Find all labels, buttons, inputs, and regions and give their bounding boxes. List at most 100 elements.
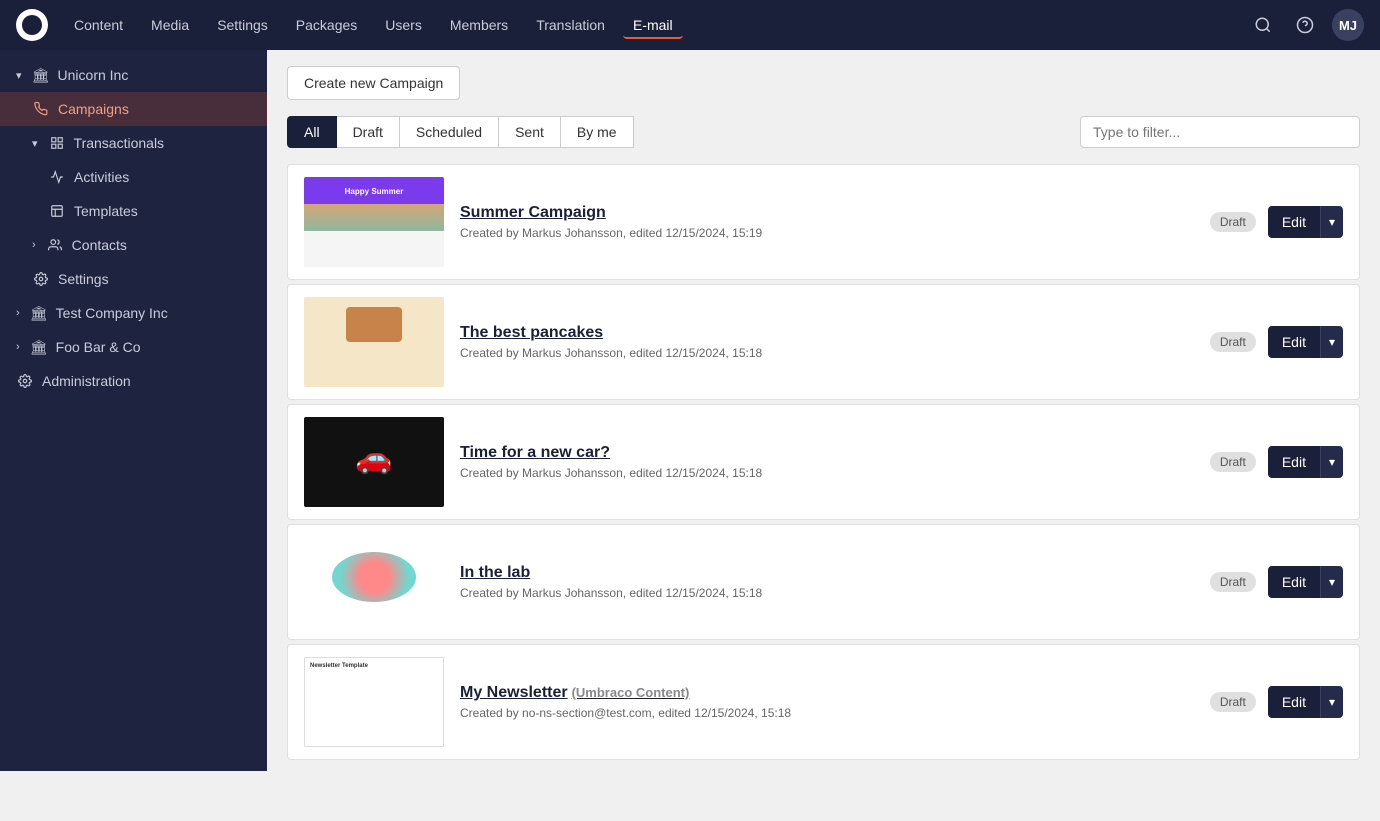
campaign-info: In the lab Created by Markus Johansson, … [460,564,1194,600]
logo[interactable] [16,9,48,41]
filter-draft[interactable]: Draft [336,116,400,148]
sidebar-item-templates[interactable]: Templates [0,194,267,228]
sidebar-transactionals-label: Transactionals [74,135,165,151]
filter-bar: All Draft Scheduled Sent By me [287,116,1360,148]
edit-dropdown-button[interactable]: ▾ [1320,326,1343,358]
campaign-card: My Newsletter(Umbraco Content) Created b… [287,644,1360,760]
filter-sent[interactable]: Sent [498,116,561,148]
sidebar-item-test-company[interactable]: › 🏛 Test Company Inc [0,296,267,330]
campaign-actions: Draft Edit ▾ [1210,326,1343,358]
edit-button[interactable]: Edit [1268,446,1320,478]
templates-icon [48,202,66,220]
building2-icon: 🏛 [30,304,48,322]
status-badge: Draft [1210,452,1256,472]
edit-btn-group: Edit ▾ [1268,566,1343,598]
create-campaign-button[interactable]: Create new Campaign [287,66,460,100]
nav-packages[interactable]: Packages [286,11,367,39]
campaign-info: My Newsletter(Umbraco Content) Created b… [460,684,1194,720]
sidebar-item-contacts[interactable]: › Contacts [0,228,267,262]
help-icon[interactable] [1290,10,1320,40]
campaign-subtitle: Created by no-ns-section@test.com, edite… [460,706,1194,720]
chevron-right-icon-2: › [16,307,20,319]
campaign-actions: Draft Edit ▾ [1210,206,1343,238]
edit-dropdown-button[interactable]: ▾ [1320,566,1343,598]
sidebar-item-activities[interactable]: Activities [0,160,267,194]
chevron-down-icon-2: ▾ [32,137,38,150]
nav-settings[interactable]: Settings [207,11,278,39]
edit-btn-group: Edit ▾ [1268,206,1343,238]
sidebar-item-campaigns[interactable]: Campaigns [0,92,267,126]
sidebar-item-foo-bar[interactable]: › 🏛 Foo Bar & Co [0,330,267,364]
sidebar-item-transactionals[interactable]: ▾ Transactionals [0,126,267,160]
status-badge: Draft [1210,572,1256,592]
campaign-subtitle: Created by Markus Johansson, edited 12/1… [460,226,1194,240]
contacts-icon [46,236,64,254]
chevron-right-icon-3: › [16,341,20,353]
campaign-title[interactable]: Time for a new car? [460,444,1194,462]
campaign-actions: Draft Edit ▾ [1210,566,1343,598]
edit-button[interactable]: Edit [1268,206,1320,238]
main-content: Create new Campaign All Draft Scheduled … [267,50,1380,771]
sidebar-templates-label: Templates [74,203,138,219]
nav-users[interactable]: Users [375,11,432,39]
edit-btn-group: Edit ▾ [1268,446,1343,478]
edit-dropdown-button[interactable]: ▾ [1320,446,1343,478]
filter-by-me[interactable]: By me [560,116,634,148]
filter-scheduled[interactable]: Scheduled [399,116,499,148]
campaign-list: Summer Campaign Created by Markus Johans… [287,164,1360,764]
campaign-card: In the lab Created by Markus Johansson, … [287,524,1360,640]
campaign-info: Summer Campaign Created by Markus Johans… [460,204,1194,240]
chevron-right-icon: › [32,239,36,251]
campaign-title[interactable]: My Newsletter(Umbraco Content) [460,684,1194,702]
campaign-thumbnail [304,537,444,627]
campaign-card: Summer Campaign Created by Markus Johans… [287,164,1360,280]
status-badge: Draft [1210,692,1256,712]
sidebar-campaigns-label: Campaigns [58,101,129,117]
edit-dropdown-button[interactable]: ▾ [1320,686,1343,718]
activities-icon [48,168,66,186]
campaign-card: Time for a new car? Created by Markus Jo… [287,404,1360,520]
chevron-down-icon: ▾ [16,69,22,82]
user-avatar[interactable]: MJ [1332,9,1364,41]
top-navigation: Content Media Settings Packages Users Me… [0,0,1380,50]
filter-all[interactable]: All [287,116,337,148]
edit-btn-group: Edit ▾ [1268,326,1343,358]
edit-button[interactable]: Edit [1268,326,1320,358]
search-icon[interactable] [1248,10,1278,40]
sidebar-item-administration[interactable]: Administration [0,364,267,398]
sidebar-activities-label: Activities [74,169,129,185]
sidebar-contacts-label: Contacts [72,237,127,253]
campaign-subtitle: Created by Markus Johansson, edited 12/1… [460,346,1194,360]
transactionals-icon [48,134,66,152]
sidebar-foo-bar-label: Foo Bar & Co [56,339,141,355]
status-badge: Draft [1210,332,1256,352]
sidebar: ▾ 🏛 Unicorn Inc Campaigns ▾ Transactiona… [0,50,267,771]
campaign-thumbnail [304,297,444,387]
sidebar-administration-label: Administration [42,373,131,389]
campaign-title[interactable]: The best pancakes [460,324,1194,342]
campaign-thumbnail [304,417,444,507]
app-body: ▾ 🏛 Unicorn Inc Campaigns ▾ Transactiona… [0,50,1380,771]
toolbar: Create new Campaign [287,66,1360,100]
campaign-info: The best pancakes Created by Markus Joha… [460,324,1194,360]
campaign-title[interactable]: In the lab [460,564,1194,582]
nav-media[interactable]: Media [141,11,199,39]
campaign-actions: Draft Edit ▾ [1210,686,1343,718]
sidebar-item-settings[interactable]: Settings [0,262,267,296]
nav-translation[interactable]: Translation [526,11,615,39]
campaign-thumbnail [304,657,444,747]
settings-icon [32,270,50,288]
nav-content[interactable]: Content [64,11,133,39]
campaign-subtitle: Created by Markus Johansson, edited 12/1… [460,466,1194,480]
nav-email[interactable]: E-mail [623,11,683,39]
edit-button[interactable]: Edit [1268,686,1320,718]
sidebar-item-unicorn[interactable]: ▾ 🏛 Unicorn Inc [0,58,267,92]
nav-icons: MJ [1248,9,1364,41]
edit-button[interactable]: Edit [1268,566,1320,598]
campaign-title[interactable]: Summer Campaign [460,204,1194,222]
building3-icon: 🏛 [30,338,48,356]
nav-members[interactable]: Members [440,11,518,39]
edit-dropdown-button[interactable]: ▾ [1320,206,1343,238]
filter-input[interactable] [1080,116,1360,148]
campaign-info: Time for a new car? Created by Markus Jo… [460,444,1194,480]
